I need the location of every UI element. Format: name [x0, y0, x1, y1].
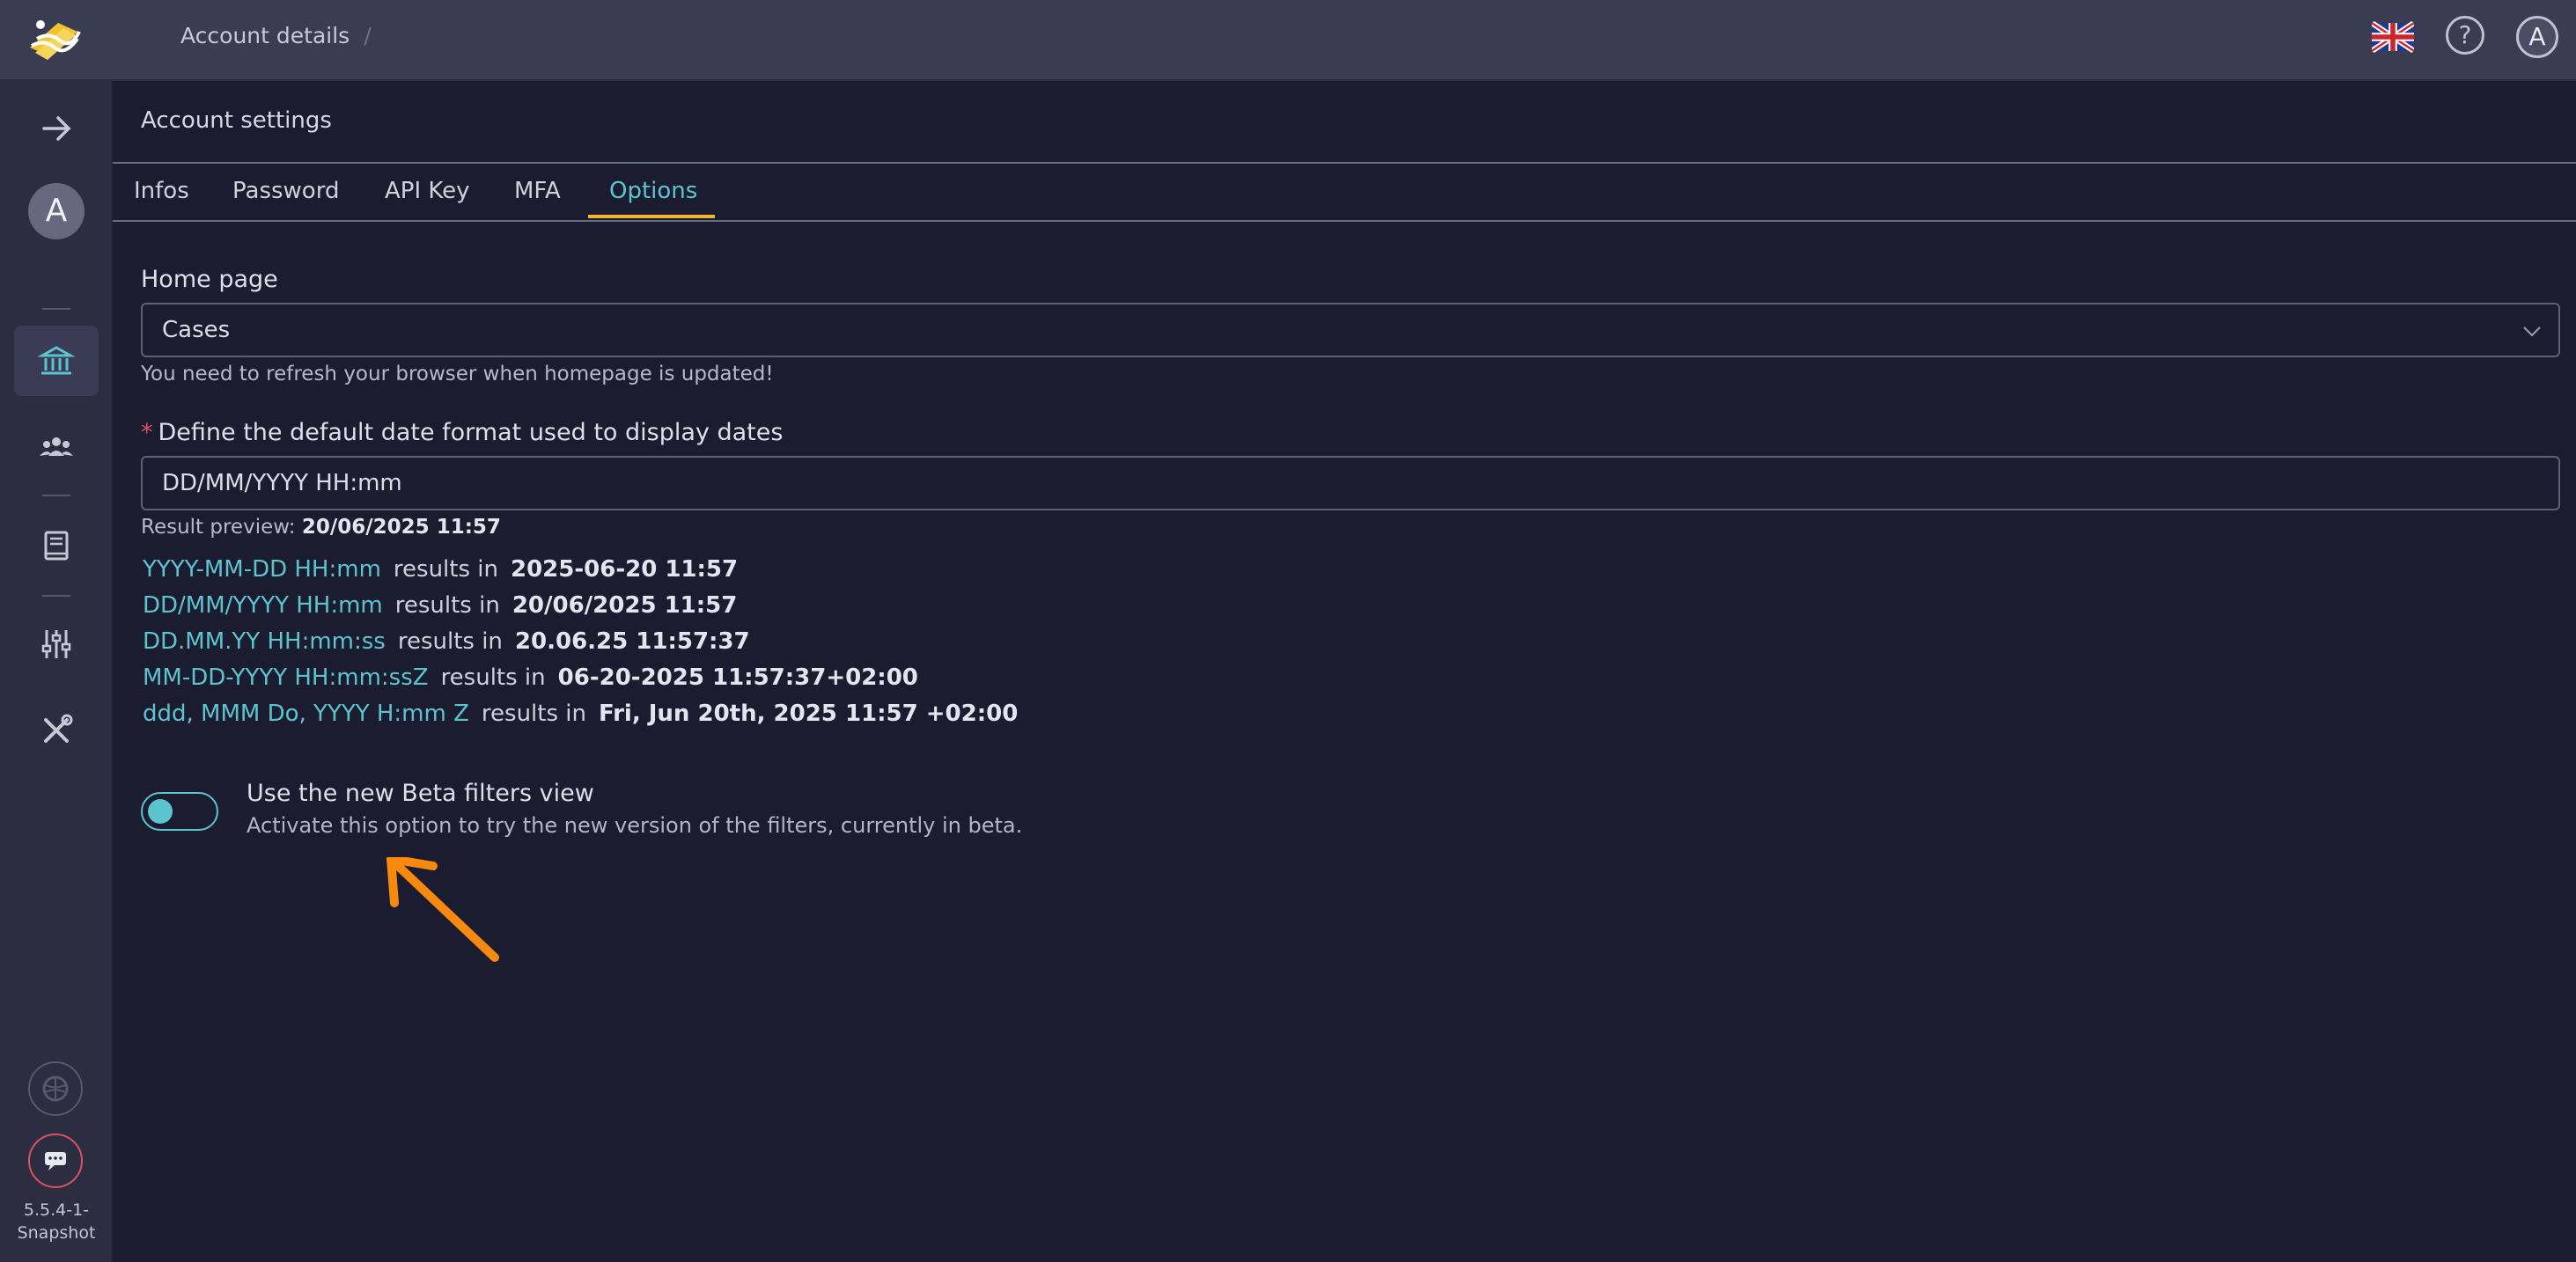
- result-preview: Result preview: 20/06/2025 11:57: [141, 516, 501, 539]
- format-example-result: Fri, Jun 20th, 2025 11:57 +02:00: [598, 701, 1019, 727]
- required-mark: *: [141, 419, 153, 446]
- list-item: DD.MM.YY HH:mm:ss results in 20.06.25 11:5…: [143, 628, 1018, 664]
- home-page-select-value: Cases: [162, 317, 231, 343]
- breadcrumb: Account details /: [180, 23, 372, 48]
- format-example-connector: results in: [397, 628, 503, 655]
- expand-sidebar-icon[interactable]: [0, 111, 113, 146]
- format-example-link[interactable]: DD/MM/YYYY HH:mm: [143, 592, 383, 619]
- users-icon[interactable]: [0, 429, 113, 465]
- format-example-link[interactable]: ddd, MMM Do, YYYY H:mm Z: [143, 701, 469, 727]
- date-format-label-text: Define the default date format used to d…: [158, 419, 784, 446]
- tab-password[interactable]: Password: [232, 178, 339, 204]
- tab-mfa[interactable]: MFA: [514, 178, 561, 204]
- home-page-select[interactable]: Cases: [141, 303, 2560, 357]
- help-icon[interactable]: ?: [2446, 16, 2484, 55]
- user-avatar[interactable]: A: [2516, 16, 2558, 58]
- tab-infos[interactable]: Infos: [134, 178, 189, 204]
- list-item: DD/MM/YYYY HH:mm results in 20/06/2025 11:…: [143, 592, 1018, 628]
- breadcrumb-item[interactable]: Account details: [180, 23, 350, 48]
- chevron-down-icon: [2523, 327, 2541, 337]
- annotation-arrow-icon: [386, 857, 499, 962]
- format-example-connector: results in: [393, 556, 498, 583]
- beta-filters-description: Activate this option to try the new vers…: [247, 813, 1023, 838]
- beta-filters-title: Use the new Beta filters view: [247, 780, 594, 807]
- format-example-result: 2025-06-20 11:57: [510, 556, 739, 583]
- logo-icon[interactable]: [23, 12, 86, 67]
- format-example-result: 20/06/2025 11:57: [512, 592, 738, 619]
- list-item: MM-DD-YYYY HH:mm:ssZ results in 06-20-2025…: [143, 664, 1018, 701]
- version-label: Snapshot: [17, 1223, 96, 1243]
- main-content: Account settings Infos Password API Key …: [113, 81, 2576, 1262]
- sidebar-avatar[interactable]: A: [28, 183, 85, 239]
- bank-icon[interactable]: [0, 343, 113, 378]
- format-example-result: 06-20-2025 11:57:37+02:00: [557, 664, 918, 691]
- home-page-label: Home page: [141, 266, 278, 293]
- book-icon[interactable]: [0, 528, 113, 563]
- sliders-icon[interactable]: [0, 627, 113, 662]
- sidebar-divider: [42, 595, 70, 597]
- toggle-knob: [148, 799, 173, 824]
- format-example-connector: results in: [394, 592, 500, 619]
- format-example-link[interactable]: DD.MM.YY HH:mm:ss: [143, 628, 386, 655]
- app-version: 5.5.4-1- Snapshot: [0, 1199, 113, 1244]
- result-preview-label: Result preview:: [141, 516, 296, 539]
- result-preview-value: 20/06/2025 11:57: [301, 516, 501, 539]
- list-item: ddd, MMM Do, YYYY H:mm Z results in Fri, J…: [143, 701, 1018, 737]
- tab-options[interactable]: Options: [609, 178, 697, 204]
- tab-api-key[interactable]: API Key: [385, 178, 470, 204]
- format-example-link[interactable]: YYYY-MM-DD HH:mm: [143, 556, 381, 583]
- date-format-label: * Define the default date format used to …: [141, 419, 783, 446]
- tools-icon[interactable]: [0, 713, 113, 748]
- sidebar-divider: [42, 308, 70, 310]
- page-title: Account settings: [141, 107, 332, 134]
- version-number: 5.5.4-1-: [23, 1200, 90, 1220]
- format-example-link[interactable]: MM-DD-YYYY HH:mm:ssZ: [143, 664, 429, 691]
- sidebar: A 5.5.4-1- Snapshot: [0, 81, 113, 1262]
- format-example-connector: results in: [440, 664, 546, 691]
- tab-bar: Infos Password API Key MFA Options: [113, 164, 2576, 222]
- chat-icon[interactable]: [28, 1134, 83, 1188]
- active-tab-indicator: [588, 215, 715, 218]
- brain-icon[interactable]: [28, 1061, 83, 1116]
- date-format-input[interactable]: [141, 456, 2560, 510]
- top-bar: Account details / ? A: [0, 0, 2576, 81]
- list-item: YYYY-MM-DD HH:mm results in 2025-06-20 11:…: [143, 556, 1018, 592]
- sidebar-divider: [42, 495, 70, 496]
- format-example-connector: results in: [481, 701, 586, 727]
- beta-filters-toggle[interactable]: [141, 792, 218, 831]
- date-format-examples: YYYY-MM-DD HH:mm results in 2025-06-20 11:…: [143, 556, 1018, 737]
- breadcrumb-separator: /: [364, 23, 372, 48]
- home-page-help: You need to refresh your browser when ho…: [141, 363, 774, 385]
- format-example-result: 20.06.25 11:57:37: [514, 628, 750, 655]
- uk-flag-icon[interactable]: [2372, 21, 2414, 53]
